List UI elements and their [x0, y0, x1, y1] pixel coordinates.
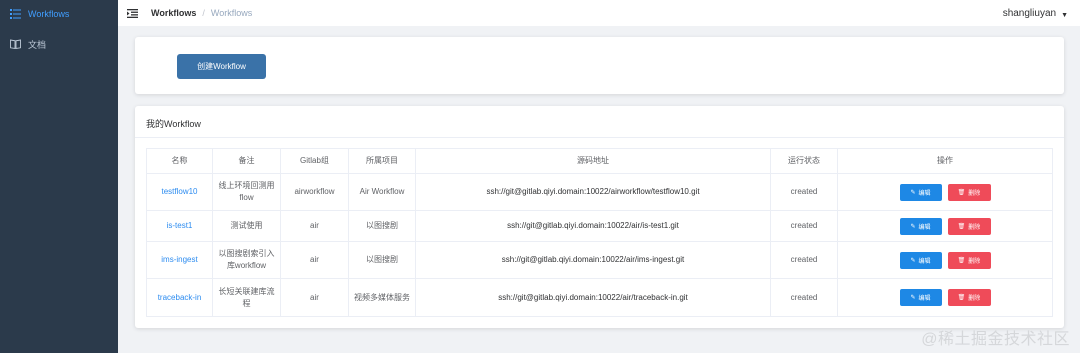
actions-cell: ✎ 编辑 🗑 删除 [837, 278, 1053, 317]
project-cell: 以图搜剧 [348, 210, 416, 242]
delete-button[interactable]: 🗑 删除 [947, 251, 991, 269]
edit-label: 编辑 [918, 224, 931, 231]
sidebar-item-label: 文档 [28, 39, 47, 50]
workflow-table: 名称 备注 Gitlab组 所属项目 源码地址 运行状态 操作 testflow… [146, 148, 1053, 317]
edit-button[interactable]: ✎ 编辑 [899, 289, 942, 306]
status-cell: created [770, 278, 838, 317]
workflow-name-link[interactable]: ims-ingest [146, 241, 213, 279]
repo-cell: ssh://git@gitlab.qiyi.domain:10022/air/i… [415, 241, 771, 279]
breadcrumb: Workflows / Workflows [151, 8, 252, 18]
remark-cell: 线上环境回测用flow [212, 173, 281, 211]
sidebar: Workflows 文档 [0, 0, 118, 353]
group-cell: air [280, 210, 349, 242]
divider [135, 137, 1064, 138]
delete-label: 删除 [968, 224, 981, 231]
caret-down-icon: ▼ [1061, 11, 1068, 19]
delete-button[interactable]: 🗑 删除 [947, 289, 991, 306]
repo-cell: ssh://git@gitlab.qiyi.domain:10022/air/i… [415, 210, 771, 242]
table-row: is-test1 测试使用 air 以图搜剧 ssh://git@gitlab.… [146, 210, 1053, 242]
delete-button[interactable]: 🗑 删除 [947, 183, 991, 201]
group-cell: air [280, 241, 349, 279]
sidebar-item-workflows[interactable]: Workflows [0, 0, 118, 28]
column-header: 操作 [837, 148, 1053, 174]
list-title: 我的Workflow [146, 119, 201, 129]
trash-icon: 🗑 [957, 189, 966, 196]
remark-cell: 以图搜剧索引入库workflow [212, 241, 281, 279]
table-row: testflow10 线上环境回测用flow airworkflow Air W… [146, 173, 1053, 211]
edit-button[interactable]: ✎ 编辑 [899, 217, 942, 235]
actions-cell: ✎ 编辑 🗑 删除 [837, 210, 1053, 242]
repo-cell: ssh://git@gitlab.qiyi.domain:10022/air/t… [415, 278, 771, 317]
edit-label: 编辑 [918, 296, 931, 302]
column-header: 名称 [146, 148, 213, 174]
project-cell: Air Workflow [348, 173, 416, 211]
username: shangliuyan [1002, 8, 1057, 19]
table-header: 名称 备注 Gitlab组 所属项目 源码地址 运行状态 操作 [146, 148, 1053, 174]
column-header: 备注 [212, 148, 281, 174]
navbar: Workflows / Workflows shangliuyan ▼ [118, 0, 1080, 26]
user-menu[interactable]: shangliuyan ▼ [1003, 8, 1068, 19]
trash-icon: 🗑 [957, 295, 966, 301]
edit-icon: ✎ [910, 257, 916, 264]
sidebar-item-docs[interactable]: 文档 [0, 30, 118, 58]
status-cell: created [770, 241, 838, 279]
workflow-name-link[interactable]: traceback-in [146, 278, 213, 317]
remark-cell: 测试使用 [212, 210, 281, 242]
edit-icon: ✎ [910, 189, 916, 196]
edit-icon: ✎ [910, 223, 916, 230]
edit-label: 编辑 [918, 258, 931, 265]
delete-label: 删除 [968, 296, 981, 302]
workflow-name-link[interactable]: is-test1 [146, 210, 213, 242]
breadcrumb-separator: / [202, 8, 205, 18]
group-cell: airworkflow [280, 173, 349, 211]
edit-button[interactable]: ✎ 编辑 [899, 183, 942, 201]
table-row: ims-ingest 以图搜剧索引入库workflow air 以图搜剧 ssh… [146, 241, 1053, 279]
project-cell: 视频多媒体服务 [348, 278, 416, 317]
column-header: Gitlab组 [280, 148, 349, 174]
column-header: 运行状态 [770, 148, 838, 174]
book-icon [9, 38, 21, 50]
status-cell: created [770, 210, 838, 242]
status-cell: created [770, 173, 838, 211]
column-header: 所属项目 [348, 148, 416, 174]
delete-button[interactable]: 🗑 删除 [947, 217, 991, 235]
breadcrumb-current: Workflows [210, 8, 253, 18]
watermark: @稀土掘金技术社区 [921, 331, 1070, 348]
list-icon [9, 8, 21, 20]
actions-cell: ✎ 编辑 🗑 删除 [837, 241, 1053, 279]
trash-icon: 🗑 [957, 257, 966, 264]
remark-cell: 长短关联建库流程 [212, 278, 281, 317]
workflow-name-link[interactable]: testflow10 [146, 173, 213, 211]
edit-button[interactable]: ✎ 编辑 [899, 251, 942, 269]
edit-label: 编辑 [918, 190, 931, 197]
delete-label: 删除 [968, 258, 981, 265]
create-card: 创建Workflow [135, 37, 1064, 94]
actions-cell: ✎ 编辑 🗑 删除 [837, 173, 1053, 211]
hamburger-icon[interactable] [127, 7, 139, 19]
breadcrumb-item[interactable]: Workflows [151, 8, 196, 18]
project-cell: 以图搜剧 [348, 241, 416, 279]
create-workflow-button[interactable]: 创建Workflow [177, 54, 266, 79]
edit-icon: ✎ [910, 295, 916, 301]
trash-icon: 🗑 [957, 223, 966, 230]
delete-label: 删除 [968, 190, 981, 197]
workflow-list-card: 我的Workflow 名称 备注 Gitlab组 所属项目 源码地址 运行状态 … [135, 106, 1064, 328]
sidebar-item-label: Workflows [28, 9, 70, 19]
group-cell: air [280, 278, 349, 317]
repo-cell: ssh://git@gitlab.qiyi.domain:10022/airwo… [415, 173, 771, 211]
column-header: 源码地址 [415, 148, 771, 174]
table-row: traceback-in 长短关联建库流程 air 视频多媒体服务 ssh://… [146, 278, 1053, 317]
